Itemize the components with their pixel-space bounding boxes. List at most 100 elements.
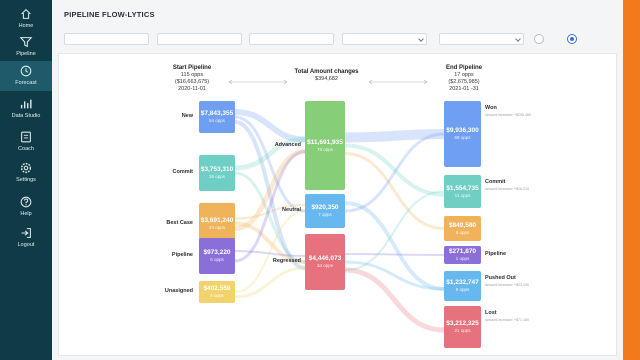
start-node[interactable]: $3,753,310 26 opps bbox=[199, 155, 235, 191]
home-icon bbox=[21, 8, 31, 19]
node-value: $973,220 bbox=[203, 249, 231, 256]
node-value: $1,232,747 bbox=[446, 279, 479, 286]
nav-item-help[interactable]: Help bbox=[0, 192, 52, 222]
node-count: 34 opps bbox=[316, 263, 333, 268]
filter-input-3[interactable] bbox=[249, 33, 334, 45]
filter-input-4[interactable] bbox=[342, 33, 427, 45]
flow-chart-card: Start Pipeline 115 opps ($16,663,675) 20… bbox=[58, 53, 617, 356]
filter-input-5[interactable] bbox=[439, 33, 524, 45]
total-changes-header: Total Amount changes $394,682 bbox=[294, 69, 359, 83]
start-opps: 115 opps bbox=[180, 72, 204, 78]
nav-label: Forecast bbox=[15, 80, 37, 86]
nav-item-home[interactable]: Home bbox=[0, 4, 52, 34]
node-count: 6 opps bbox=[210, 257, 224, 262]
node-count: 8 opps bbox=[455, 229, 470, 235]
radio-option-1[interactable] bbox=[534, 34, 544, 44]
node-value: $920,350 bbox=[311, 204, 339, 211]
flow-link bbox=[344, 267, 445, 333]
node-value: $402,550 bbox=[203, 285, 231, 292]
app-window: Home Pipeline Forecast Data Studio Coach Sett… bbox=[0, 0, 640, 360]
nav-label: Pipeline bbox=[16, 51, 36, 57]
end-node[interactable]: $9,936,300 69 opps bbox=[444, 101, 481, 167]
end-node[interactable]: $3,212,325 21 opps bbox=[444, 306, 481, 348]
end-node[interactable]: $271,870 1 opps bbox=[444, 246, 481, 264]
flow-link bbox=[234, 266, 306, 299]
node-count: 1 opps bbox=[455, 256, 470, 261]
start-node[interactable]: $973,220 6 opps bbox=[199, 238, 235, 274]
mid-node-label: Regressed bbox=[272, 258, 301, 264]
radio-option-2[interactable] bbox=[567, 34, 577, 44]
end-node[interactable]: $1,554,735 11 opps bbox=[444, 175, 481, 208]
logout-icon bbox=[21, 228, 31, 238]
window-border bbox=[623, 0, 640, 360]
nav-item-data-studio[interactable]: Data Studio bbox=[0, 94, 52, 124]
end-date: 2021-01 -31 bbox=[449, 86, 479, 92]
clock-icon bbox=[20, 65, 32, 77]
node-value: $3,691,240 bbox=[200, 216, 234, 224]
gear-icon bbox=[20, 162, 32, 174]
node-count: 54 opps bbox=[208, 118, 225, 123]
end-node[interactable]: $849,580 8 opps bbox=[444, 216, 481, 241]
node-value: $271,870 bbox=[448, 248, 477, 255]
node-count: 11 opps bbox=[454, 192, 471, 198]
end-node-note: Amount increase: +$16,215 bbox=[485, 187, 530, 191]
page-title: PIPELINE FLOW-LYTICS bbox=[64, 10, 155, 19]
start-title: Start Pipeline bbox=[172, 65, 212, 71]
end-node[interactable]: $1,232,747 9 opps bbox=[444, 271, 481, 301]
start-node-label: Commit bbox=[172, 169, 193, 175]
mid-node[interactable]: $920,350 7 opps bbox=[305, 194, 345, 228]
node-value: $3,753,310 bbox=[200, 166, 234, 173]
node-value: $3,212,325 bbox=[446, 320, 479, 327]
mid-node[interactable]: $11,691,935 78 opps bbox=[305, 101, 345, 190]
end-node-label: Pushed Out bbox=[485, 275, 516, 281]
bar-chart-icon bbox=[20, 99, 32, 109]
end-node-note: Amount increase: +$71,180 bbox=[485, 318, 530, 322]
header-arrow bbox=[368, 79, 428, 85]
node-value: $9,936,300 bbox=[446, 127, 479, 134]
start-node-label: Best Case bbox=[166, 219, 193, 226]
node-value: $1,554,735 bbox=[446, 184, 479, 192]
mid-node[interactable]: $4,446,073 34 opps bbox=[305, 234, 345, 290]
filter-icon bbox=[19, 37, 33, 48]
start-node[interactable]: $7,843,355 54 opps bbox=[199, 101, 235, 133]
start-node-label: Pipeline bbox=[171, 252, 193, 258]
nav-item-pipeline[interactable]: Pipeline bbox=[0, 32, 52, 62]
chevron-down-icon bbox=[418, 36, 424, 42]
end-pipeline-header: End Pipeline 17 opps ($2,675,985) 2021-0… bbox=[429, 65, 499, 93]
filter-input-2[interactable] bbox=[157, 33, 242, 45]
start-node-label: Unasigned bbox=[164, 288, 193, 294]
help-icon bbox=[20, 196, 32, 208]
end-amount: ($2,675,985) bbox=[448, 79, 480, 85]
nav-label: Home bbox=[18, 23, 34, 29]
end-node-note: Amount increase: +$23,100 bbox=[485, 283, 530, 287]
node-count: 24 opps bbox=[208, 224, 225, 230]
mid-node-label: Neutral bbox=[282, 207, 301, 213]
end-node-note: Amount increase: +$295,460 bbox=[485, 113, 532, 117]
total-amount: $394,682 bbox=[315, 76, 338, 82]
nav-item-logout[interactable]: Logout bbox=[0, 223, 52, 253]
nav-label: Data Studio bbox=[11, 113, 41, 119]
filter-input-1[interactable] bbox=[64, 33, 149, 45]
node-value: $11,691,935 bbox=[307, 138, 343, 146]
end-node-label: Won bbox=[485, 105, 497, 111]
node-value: $849,580 bbox=[448, 221, 477, 229]
node-count: 21 opps bbox=[454, 328, 471, 333]
node-count: 5 opps bbox=[210, 293, 224, 298]
nav-item-coach[interactable]: Coach bbox=[0, 127, 52, 157]
start-node[interactable]: $402,550 5 opps bbox=[199, 281, 235, 303]
flow-link bbox=[344, 190, 445, 271]
start-amount: ($16,663,675) bbox=[174, 79, 210, 85]
chevron-down-icon bbox=[515, 36, 521, 42]
node-count: 7 opps bbox=[318, 212, 332, 217]
nav-label: Settings bbox=[16, 177, 36, 183]
end-node-label: Commit bbox=[485, 179, 506, 185]
nav-item-settings[interactable]: Settings bbox=[0, 158, 52, 188]
node-count: 9 opps bbox=[455, 287, 470, 292]
start-pipeline-header: Start Pipeline 115 opps ($16,663,675) 20… bbox=[157, 65, 227, 93]
end-node-label: Pipeline bbox=[485, 251, 507, 257]
end-node-label: Lost bbox=[485, 310, 497, 316]
node-value: $4,446,073 bbox=[308, 255, 342, 262]
header-arrow bbox=[228, 79, 288, 85]
node-value: $7,843,355 bbox=[200, 110, 234, 117]
nav-item-forecast[interactable]: Forecast bbox=[0, 61, 52, 91]
